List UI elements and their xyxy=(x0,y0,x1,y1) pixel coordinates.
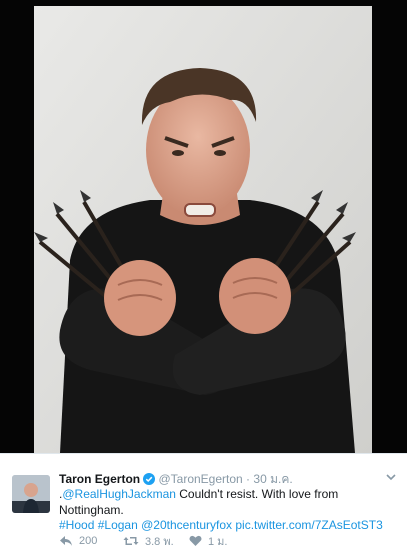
verified-badge-icon xyxy=(143,473,156,485)
photo-illustration xyxy=(0,0,407,453)
author-name[interactable]: Taron Egerton xyxy=(59,472,140,486)
chevron-down-icon[interactable] xyxy=(385,470,397,482)
tweet-text: .@RealHughJackman Couldn't resist. With … xyxy=(59,487,395,534)
separator-dot: · xyxy=(246,472,251,486)
hashtag-link[interactable]: #Hood xyxy=(59,518,94,532)
retweet-count: 3.8 พ. xyxy=(145,536,174,548)
mention-link[interactable]: @RealHughJackman xyxy=(62,487,176,501)
avatar[interactable] xyxy=(12,475,50,513)
like-button[interactable]: 1 ม. xyxy=(189,532,227,550)
tweet-actions: 200 3.8 พ. 1 ม. xyxy=(59,532,395,550)
tweet-photo[interactable] xyxy=(0,0,407,453)
heart-icon xyxy=(189,535,202,546)
like-count: 1 ม. xyxy=(208,536,228,548)
reply-icon xyxy=(60,536,72,546)
reply-count: 200 xyxy=(79,535,98,547)
author-handle[interactable]: @TaronEgerton xyxy=(158,472,242,486)
retweet-button[interactable]: 3.8 พ. xyxy=(123,532,174,550)
mention-link[interactable]: @20thcenturyfox xyxy=(141,518,232,532)
tweet-card[interactable]: Taron Egerton @TaronEgerton · 30 ม.ค. .@… xyxy=(0,453,407,560)
tweet-header: Taron Egerton @TaronEgerton · 30 ม.ค. xyxy=(59,471,377,487)
avatar-image xyxy=(12,475,50,513)
timestamp-link[interactable]: 30 ม.ค. xyxy=(253,472,292,486)
reply-button[interactable]: 200 xyxy=(59,532,97,550)
pic-link[interactable]: pic.twitter.com/7ZAsEotST3 xyxy=(235,518,382,532)
retweet-icon xyxy=(123,537,139,545)
hashtag-link[interactable]: #Logan xyxy=(98,518,138,532)
